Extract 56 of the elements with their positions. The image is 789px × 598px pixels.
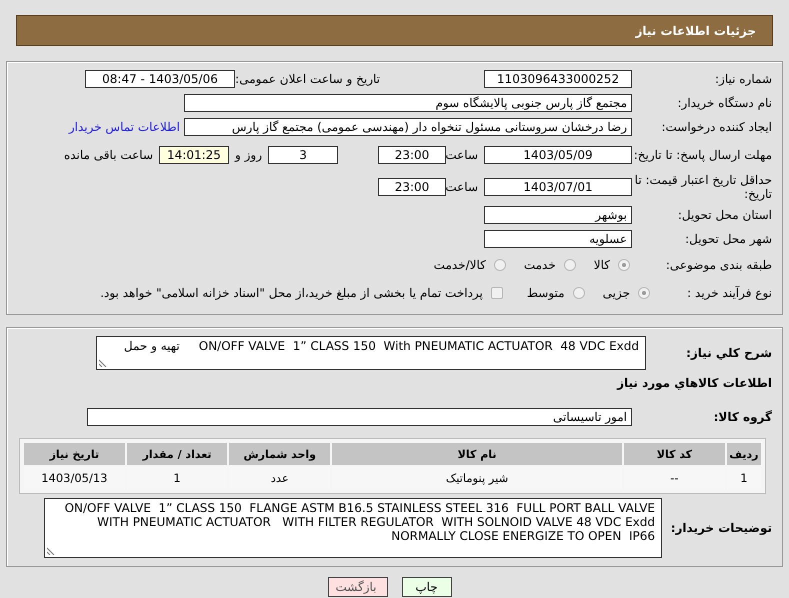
option-label: جزیی [602, 286, 630, 300]
resize-grip-icon[interactable] [99, 359, 107, 367]
column-header: تاریخ نیاز [24, 443, 125, 465]
text-field[interactable]: 23:00 [378, 178, 446, 196]
option-label: خدمت [524, 258, 556, 272]
text-area[interactable]: ON/OFF VALVE 1” CLASS 150 FLANGE ASTM B16.5 STAINLESS STEEL 316 FULL PORT BALL VALVE WITH PNEUMATIC ACTUATOR WITH FILTER REGULATOR WITH SOLNOID VALVE 48 VDC Exdd NORMALLY CLOSE ENERGIZE TO OPEN IP66 [44, 498, 662, 558]
text-field[interactable]: امور تاسیساتی [87, 408, 632, 426]
field-label: شماره نیاز: [714, 72, 772, 86]
time-label: ساعت [446, 148, 478, 162]
field-label: طبقه بندی موضوعی: [664, 258, 772, 272]
radio-button[interactable] [572, 287, 585, 299]
section-title: اطلاعات كالاهاي مورد نياز [617, 376, 772, 390]
column-header: واحد شمارش [229, 443, 330, 465]
text-field[interactable]: 1403/05/06 - 08:47 [85, 70, 235, 88]
text-field[interactable]: 1103096433000252 [484, 70, 632, 88]
option-label: کالا/خدمت [434, 258, 486, 272]
field-label: مهلت ارسال پاسخ: تا تاریخ: [632, 148, 772, 162]
column-header: تعداد / مقدار [126, 443, 228, 465]
time-label: ساعت [446, 180, 478, 194]
field-label: نوع فرآیند خرید : [686, 286, 772, 300]
field-label: استان محل تحویل: [676, 208, 772, 222]
checkbox-label: پرداخت تمام یا بخشی از مبلغ خرید،از محل "اسناد خزانه اسلامی" خواهد بود. [100, 286, 483, 300]
remaining-label: ساعت باقی مانده [64, 148, 153, 162]
field-label: شرح کلي نياز: [685, 346, 772, 360]
option-label: متوسط [526, 286, 565, 300]
text-field[interactable]: 1403/05/09 [484, 146, 632, 164]
print-button[interactable]: چاپ [402, 577, 452, 597]
text-field[interactable]: مجتمع گاز پارس جنوبی پالایشگاه سوم [184, 94, 632, 112]
back-button[interactable]: بازگشت [328, 577, 388, 597]
text-field[interactable]: 14:01:25 [159, 146, 229, 164]
field-label: تاریخ و ساعت اعلان عمومی: [235, 72, 380, 86]
text-field[interactable]: 3 [268, 146, 338, 164]
text-field[interactable]: 23:00 [378, 146, 446, 164]
field-label: نام دستگاه خریدار: [676, 96, 772, 110]
text-area[interactable]: ON/OFF VALVE 1” CLASS 150 With PNEUMATIC ACTUATOR 48 VDC Exdd تهیه و حمل [96, 336, 646, 370]
column-header: ردیف [726, 443, 761, 465]
column-header: نام کالا [332, 443, 622, 465]
page-header: جزئیات اطلاعات نیاز [16, 15, 773, 46]
field-label: حداقل تاریخ اعتبار قیمت: تا تاریخ: [634, 173, 772, 201]
text-field[interactable]: بوشهر [484, 206, 632, 224]
checkbox[interactable] [490, 287, 503, 299]
days-label: روز و [235, 148, 262, 162]
radio-button[interactable] [494, 259, 506, 271]
text-field[interactable]: عسلویه [484, 230, 632, 248]
radio-button[interactable] [564, 259, 576, 271]
contact-link[interactable]: اطلاعات تماس خریدار [68, 120, 180, 134]
text-field[interactable]: رضا درخشان سروستانی مسئول تنخواه دار (مهندسی عمومی) مجتمع گاز پارس [184, 118, 632, 136]
field-label: گروه کالا: [712, 410, 772, 424]
text-field[interactable]: 1403/07/01 [484, 178, 632, 196]
field-label: ایجاد کننده درخواست: [660, 120, 772, 134]
radio-button[interactable] [618, 259, 630, 271]
option-label: کالا [594, 258, 610, 272]
field-label: شهر محل تحویل: [684, 232, 772, 246]
column-header: کد کالا [624, 443, 725, 465]
resize-grip-icon[interactable] [47, 547, 55, 555]
radio-button[interactable] [638, 287, 650, 299]
